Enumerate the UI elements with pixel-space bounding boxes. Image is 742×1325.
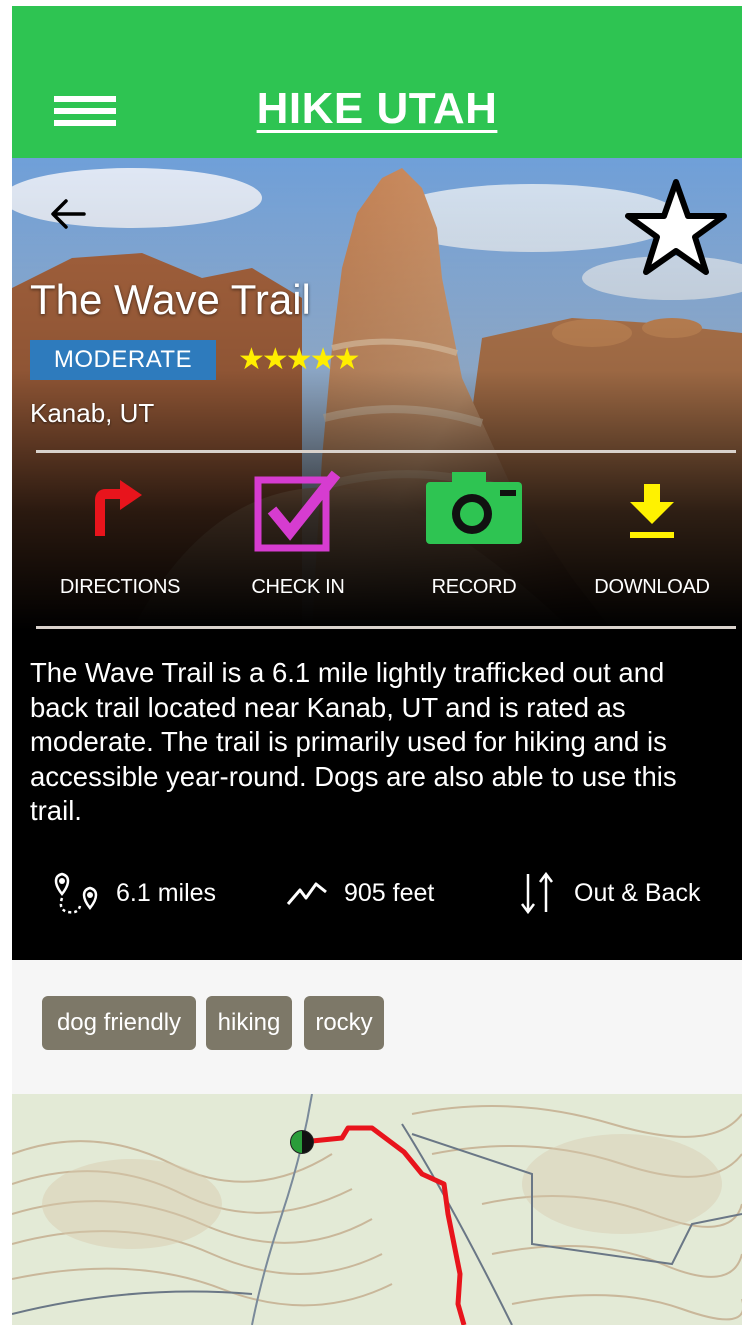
directions-button[interactable]: DIRECTIONS xyxy=(30,464,210,604)
divider xyxy=(36,626,736,629)
elevation-value: 905 feet xyxy=(344,879,435,907)
action-label: DIRECTIONS xyxy=(59,576,181,598)
trail-info: The Wave Trail is a 6.1 mile lightly tra… xyxy=(12,630,742,960)
trail-description: The Wave Trail is a 6.1 mile lightly tra… xyxy=(30,657,677,826)
route-type-stat: Out & Back xyxy=(518,870,728,916)
arrow-left-icon xyxy=(51,199,86,229)
trail-name: The Wave Trail xyxy=(30,276,311,323)
star-outline-icon xyxy=(625,179,727,275)
trailhead-marker-icon xyxy=(290,1130,314,1154)
distance-stat: 6.1 miles xyxy=(50,870,250,916)
trail-location: Kanab, UT xyxy=(30,398,155,428)
download-button[interactable]: DOWNLOAD xyxy=(562,464,742,604)
topo-map xyxy=(12,1094,742,1325)
tag-chip[interactable]: rocky xyxy=(304,996,384,1050)
check-in-icon xyxy=(254,470,341,552)
screen: HIKE UTAH The Wave Trail MODERATE ★★★★★ … xyxy=(12,6,742,1325)
camera-icon xyxy=(426,472,522,544)
tag-chip[interactable]: hiking xyxy=(206,996,292,1050)
trail-map[interactable] xyxy=(12,1094,742,1325)
route-distance-icon xyxy=(54,872,98,914)
app-title: HIKE UTAH xyxy=(256,84,498,133)
elevation-stat: 905 feet xyxy=(284,870,464,916)
check-in-button[interactable]: CHECK IN xyxy=(208,464,388,604)
divider xyxy=(36,450,736,453)
action-bar: DIRECTIONS CHECK IN RECORD DOWNLOAD xyxy=(12,464,742,604)
elevation-icon xyxy=(286,882,327,905)
route-type-value: Out & Back xyxy=(574,879,701,907)
action-label: RECORD xyxy=(431,576,517,598)
tag-list: dog friendly hiking rocky xyxy=(12,960,742,1094)
favorite-button[interactable] xyxy=(624,176,728,280)
difficulty-badge: MODERATE xyxy=(30,340,216,380)
tag-chip[interactable]: dog friendly xyxy=(42,996,196,1050)
out-and-back-icon xyxy=(521,871,553,915)
distance-value: 6.1 miles xyxy=(116,879,217,907)
action-label: DOWNLOAD xyxy=(594,576,710,598)
directions-icon xyxy=(95,480,142,536)
app-header: HIKE UTAH xyxy=(12,6,742,158)
trail-hero: The Wave Trail MODERATE ★★★★★ Kanab, UT … xyxy=(12,158,742,630)
back-button[interactable] xyxy=(48,194,88,234)
rating-stars: ★★★★★ xyxy=(238,343,360,376)
download-icon xyxy=(630,484,674,538)
action-label: CHECK IN xyxy=(251,576,345,598)
record-button[interactable]: RECORD xyxy=(384,464,564,604)
